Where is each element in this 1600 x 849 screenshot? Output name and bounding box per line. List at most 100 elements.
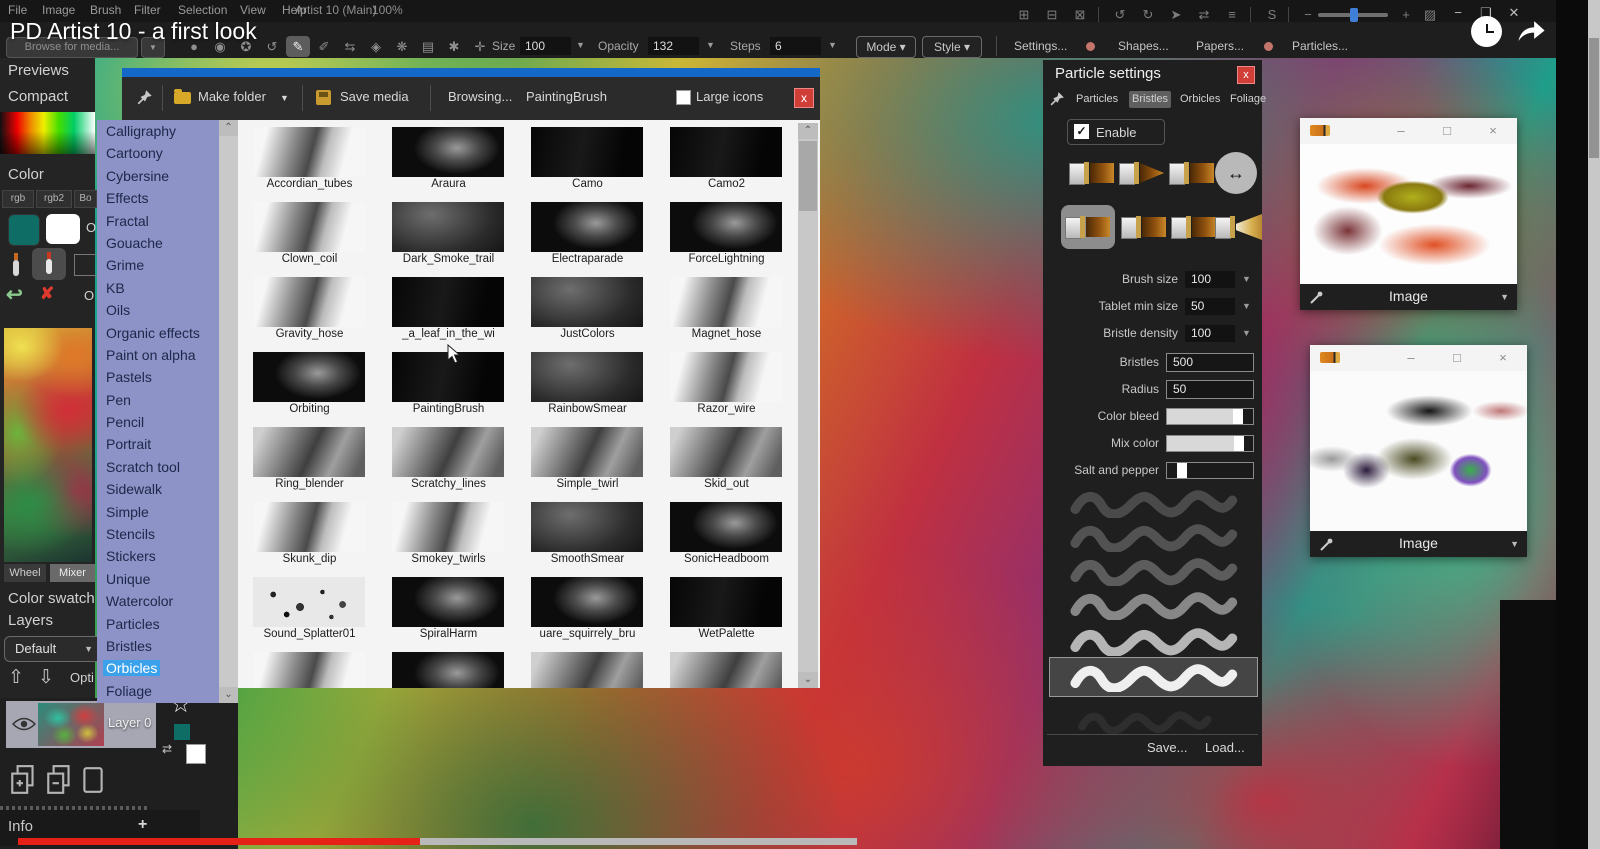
- media-item-justcolors[interactable]: JustColors: [518, 273, 657, 348]
- category-item-watercolor[interactable]: Watercolor: [97, 590, 219, 612]
- make-folder-arrow-icon[interactable]: ▼: [280, 93, 289, 103]
- tab-mixer[interactable]: Mixer: [50, 564, 95, 582]
- field-input[interactable]: 500: [1166, 353, 1254, 372]
- media-item-spiralharm[interactable]: SpiralHarm: [379, 573, 518, 648]
- media-item-gravity_hose[interactable]: Gravity_hose: [240, 273, 379, 348]
- category-item-cybersine[interactable]: Cybersine: [97, 165, 219, 187]
- large-icons-checkbox[interactable]: [676, 90, 691, 105]
- enable-checkbox[interactable]: ✓: [1074, 124, 1089, 139]
- field-slider[interactable]: [1166, 435, 1254, 452]
- media-grid-scrollbar[interactable]: ⌃ ⌄: [798, 123, 818, 688]
- media-item-accordian_tubes[interactable]: Accordian_tubes: [240, 123, 379, 198]
- video-progress-bar[interactable]: [0, 838, 1600, 845]
- tab-both[interactable]: Bo: [74, 190, 97, 208]
- image-window-titlebar[interactable]: – □ ×: [1310, 345, 1527, 371]
- info-expand-icon[interactable]: +: [138, 816, 147, 834]
- media-item-electraparade[interactable]: Electraparade: [518, 198, 657, 273]
- zoom-slider[interactable]: [1318, 13, 1388, 17]
- make-folder-button[interactable]: Make folder: [198, 89, 266, 104]
- media-item-orbiting[interactable]: Orbiting: [240, 348, 379, 423]
- media-item-scratchy_lines[interactable]: Scratchy_lines: [379, 423, 518, 498]
- dropper-button[interactable]: [32, 248, 66, 280]
- tab-rgb[interactable]: rgb: [2, 190, 34, 208]
- undo-stroke-icon[interactable]: ↩: [6, 282, 23, 307]
- layer-row[interactable]: Layer 0: [6, 701, 156, 748]
- category-item-orbicles[interactable]: Orbicles: [97, 657, 219, 679]
- steps-input[interactable]: 6: [770, 37, 821, 55]
- category-item-particles[interactable]: Particles: [97, 613, 219, 635]
- image-window-1[interactable]: – □ × Image ▼: [1300, 118, 1517, 310]
- opacity-dropdown-icon[interactable]: ▼: [706, 40, 715, 50]
- rotate-tool-icon[interactable]: ↺: [260, 36, 284, 57]
- brush-icon-point[interactable]: [1119, 160, 1165, 186]
- category-item-stickers[interactable]: Stickers: [97, 545, 219, 567]
- window-maximize-icon[interactable]: □: [1448, 349, 1466, 367]
- menu-item-selection[interactable]: Selection: [178, 3, 227, 17]
- target-tool-icon[interactable]: ◈: [364, 36, 388, 57]
- category-item-grime[interactable]: Grime: [97, 254, 219, 276]
- color-spectrum[interactable]: [0, 112, 95, 154]
- spray-tool-icon[interactable]: ❋: [390, 36, 414, 57]
- settings-button[interactable]: Settings...: [1014, 39, 1067, 53]
- media-item-wetpalette[interactable]: WetPalette: [657, 573, 796, 648]
- media-item-razor_wire[interactable]: Razor_wire: [657, 348, 796, 423]
- layer-down-icon[interactable]: ⇩: [38, 666, 54, 689]
- canvas-preview-thumbnail[interactable]: [4, 328, 92, 562]
- media-item-camo[interactable]: Camo: [518, 123, 657, 198]
- media-item-_a_leaf_in_the_wi[interactable]: _a_leaf_in_the_wi: [379, 273, 518, 348]
- media-item-dark_smoke_trail[interactable]: Dark_Smoke_trail: [379, 198, 518, 273]
- stroke-preview-1[interactable]: [1055, 488, 1250, 518]
- video-title-overlay[interactable]: PD Artist 10 - a first look: [10, 18, 257, 45]
- brush-icon-fan[interactable]: [1215, 214, 1261, 240]
- opacity-input[interactable]: 132: [648, 37, 699, 55]
- field-value-box[interactable]: 100: [1185, 325, 1235, 342]
- media-item-ring_blender[interactable]: Ring_blender: [240, 423, 379, 498]
- field-value-box[interactable]: 50: [1185, 298, 1235, 315]
- image-window-titlebar[interactable]: – □ ×: [1300, 118, 1517, 144]
- add-layer-icon[interactable]: [10, 764, 38, 796]
- media-item-camo2[interactable]: Camo2: [657, 123, 796, 198]
- shapes-button[interactable]: Shapes...: [1118, 39, 1169, 53]
- category-item-foliage[interactable]: Foliage: [97, 680, 219, 702]
- dropper-icon[interactable]: [10, 252, 22, 280]
- category-item-calligraphy[interactable]: Calligraphy: [97, 120, 219, 142]
- new-page-icon[interactable]: [82, 766, 104, 794]
- stroke-preview-3[interactable]: [1055, 556, 1250, 586]
- brush-icon-flat[interactable]: [1171, 214, 1217, 240]
- grid-scroll-up-icon[interactable]: ⌃: [798, 123, 818, 139]
- category-scrollbar[interactable]: ⌃ ⌄: [219, 120, 238, 703]
- pin-icon[interactable]: [136, 88, 154, 106]
- category-item-organic-effects[interactable]: Organic effects: [97, 322, 219, 344]
- category-item-sidewalk[interactable]: Sidewalk: [97, 478, 219, 500]
- media-item-smoothsmear[interactable]: SmoothSmear: [518, 498, 657, 573]
- stroke-preview-7[interactable]: [1055, 704, 1250, 734]
- field-slider[interactable]: [1166, 462, 1254, 479]
- category-item-paint-on-alpha[interactable]: Paint on alpha: [97, 344, 219, 366]
- media-item[interactable]: [518, 648, 657, 688]
- swap-colors-icon[interactable]: ⇄: [162, 742, 172, 756]
- discard-icon[interactable]: ✘: [40, 284, 54, 304]
- field-dropdown-icon[interactable]: ▼: [1242, 274, 1254, 284]
- slider-thumb[interactable]: [1234, 436, 1244, 451]
- info-label[interactable]: Info: [8, 818, 33, 835]
- brush-direction-icon[interactable]: ↔: [1215, 152, 1257, 194]
- share-icon[interactable]: [1516, 19, 1546, 42]
- category-item-pastels[interactable]: Pastels: [97, 366, 219, 388]
- layer-secondary-swatch[interactable]: [186, 744, 206, 764]
- field-dropdown-icon[interactable]: ▼: [1242, 328, 1254, 338]
- pen-tool-icon[interactable]: ✎: [286, 36, 310, 57]
- media-item-rainbowsmear[interactable]: RainbowSmear: [518, 348, 657, 423]
- category-item-pen[interactable]: Pen: [97, 389, 219, 411]
- browse-dialog-titlebar[interactable]: [122, 68, 820, 77]
- slider-thumb[interactable]: [1233, 409, 1243, 424]
- window-close-icon[interactable]: ×: [1494, 349, 1512, 367]
- star-tool-icon[interactable]: ✱: [442, 36, 466, 57]
- dialog-close-button[interactable]: x: [794, 88, 814, 108]
- window-minimize-icon[interactable]: –: [1392, 122, 1410, 140]
- media-item-skunk_dip[interactable]: Skunk_dip: [240, 498, 379, 573]
- media-item-sonicheadboom[interactable]: SonicHeadboom: [657, 498, 796, 573]
- field-value-box[interactable]: 100: [1185, 271, 1235, 288]
- minimize-button[interactable]: −: [1447, 4, 1469, 22]
- media-item[interactable]: [240, 648, 379, 688]
- media-item-clown_coil[interactable]: Clown_coil: [240, 198, 379, 273]
